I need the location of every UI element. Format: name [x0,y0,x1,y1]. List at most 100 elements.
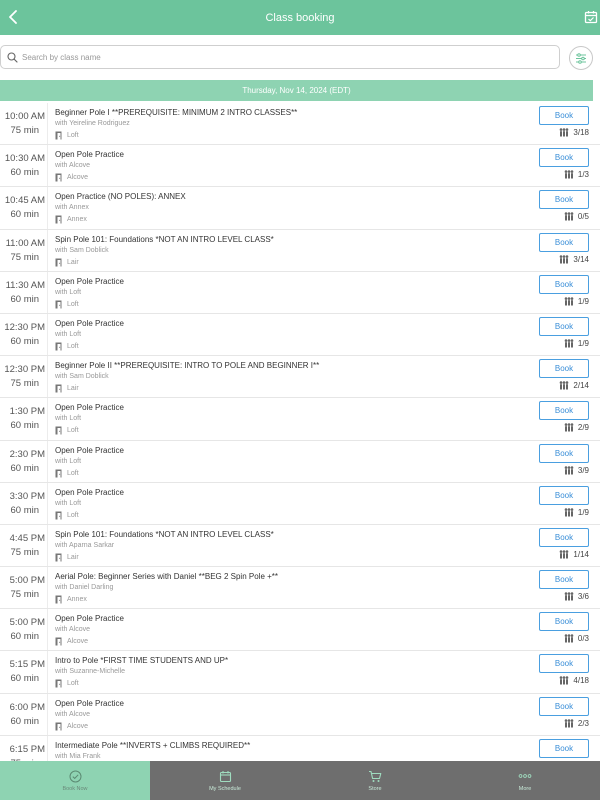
class-duration: 60 min [10,631,39,643]
book-button[interactable]: Book [539,443,589,463]
people-icon [564,592,574,601]
row-divider [47,103,48,145]
row-divider [47,229,48,271]
page-title: Class booking [265,11,335,24]
book-button[interactable]: Book [539,190,589,210]
class-name[interactable]: Open Pole Practice [55,403,124,412]
people-icon [564,423,574,432]
room-name: Lair [67,258,79,266]
class-name[interactable]: Spin Pole 101: Foundations *NOT AN INTRO… [55,235,274,244]
book-button[interactable]: Book [539,106,589,125]
row-divider [47,356,48,398]
class-teacher: with Sam Doblick [55,246,109,254]
book-button[interactable]: Book [539,654,589,674]
room-name: Alcove [67,174,89,182]
book-button[interactable]: Book [539,738,589,758]
tab-book-now[interactable]: Book Now [0,761,150,800]
class-capacity: 1/9 [564,339,589,348]
tab-label: My Schedule [209,786,241,792]
class-name[interactable]: Open Pole Practice [55,614,124,623]
class-teacher: with Suzanne-Michelle [55,668,126,676]
class-name[interactable]: Open Pole Practice [55,488,124,497]
class-time: 5:15 PM [9,659,45,671]
search-row [0,35,600,79]
room-name: Alcove [67,722,89,730]
spots-count: 2/9 [577,423,589,433]
class-name[interactable]: Aerial Pole: Beginner Series with Daniel… [55,572,278,581]
tab-my-schedule[interactable]: My Schedule [150,761,300,800]
room-name: Lair [67,553,79,561]
class-name[interactable]: Spin Pole 101: Foundations *NOT AN INTRO… [55,530,274,539]
class-name[interactable]: Open Pole Practice [55,446,124,455]
room-icon [55,342,62,351]
class-teacher: with Alcove [55,626,91,634]
class-row: 10:30 AM 60 min Open Pole Practice with … [0,145,600,188]
spots-count: 3/6 [577,592,589,602]
row-divider [47,693,48,735]
class-duration: 60 min [10,504,39,516]
room-icon [55,300,62,309]
book-button[interactable]: Book [539,232,589,252]
class-teacher: with Alcove [55,710,91,718]
book-button[interactable]: Book [539,570,589,590]
class-room: Loft [55,426,79,435]
class-teacher: with Loft [55,330,82,338]
calendar-button[interactable] [583,9,599,25]
book-button[interactable]: Book [539,401,589,421]
spots-count: 1/14 [573,549,589,559]
book-button[interactable]: Book [539,612,589,632]
book-button[interactable]: Book [539,316,589,336]
room-icon [55,511,62,520]
room-icon [55,215,62,224]
class-teacher: with Loft [55,415,82,423]
search-input[interactable] [21,52,559,62]
spots-count: 2/14 [573,381,589,391]
class-name[interactable]: Beginner Pole II **PREREQUISITE: INTRO T… [55,361,319,370]
class-duration: 60 min [10,462,39,474]
spots-count: 3/9 [577,465,589,475]
people-icon [564,297,574,306]
book-button[interactable]: Book [539,274,589,294]
tab-store[interactable]: Store [300,761,450,800]
class-room: Loft [55,469,79,478]
book-button[interactable]: Book [539,527,589,547]
row-divider [47,651,48,693]
spots-count: 1/3 [577,170,589,180]
book-button[interactable]: Book [539,696,589,716]
book-button[interactable]: Book [539,148,589,168]
class-room: Lair [55,258,79,267]
class-teacher: with Loft [55,288,82,296]
class-booking-screen: Class booking Thursday, Nov 14, 2024 (ED… [0,0,600,800]
tab-more[interactable]: More [450,761,600,800]
class-room: Loft [55,679,79,688]
row-divider [47,398,48,440]
class-name[interactable]: Open Pole Practice [55,150,124,159]
spots-count: 2/3 [577,718,589,728]
class-room: Alcove [55,637,88,646]
class-name[interactable]: Open Practice (NO POLES): ANNEX [55,192,186,201]
room-name: Annex [67,216,87,224]
class-name[interactable]: Intermediate Pole **INVERTS + CLIMBS REQ… [55,741,250,750]
class-name[interactable]: Open Pole Practice [55,277,124,286]
class-name[interactable]: Beginner Pole I **PREREQUISITE: MINIMUM … [55,108,297,117]
class-room: Alcove [55,173,88,182]
bottom-tab-bar: Book Now My Schedule Store More [0,761,600,800]
sliders-icon [576,52,586,64]
class-name[interactable]: Intro to Pole *FIRST TIME STUDENTS AND U… [55,656,228,665]
class-room: Loft [55,342,79,351]
room-name: Alcove [67,638,89,646]
class-capacity: 0/5 [564,212,589,221]
back-button[interactable] [4,8,22,26]
book-button[interactable]: Book [539,359,589,379]
class-row: 11:30 AM 60 min Open Pole Practice with … [0,271,600,314]
room-name: Loft [67,427,79,435]
people-icon [559,381,569,390]
class-capacity: 1/9 [564,297,589,306]
room-name: Loft [67,511,79,519]
class-row: 10:45 AM 60 min Open Practice (NO POLES)… [0,187,600,230]
class-name[interactable]: Open Pole Practice [55,699,124,708]
filter-button[interactable] [569,46,593,70]
book-button[interactable]: Book [539,485,589,505]
class-name[interactable]: Open Pole Practice [55,319,124,328]
class-time: 10:30 AM [4,153,45,165]
